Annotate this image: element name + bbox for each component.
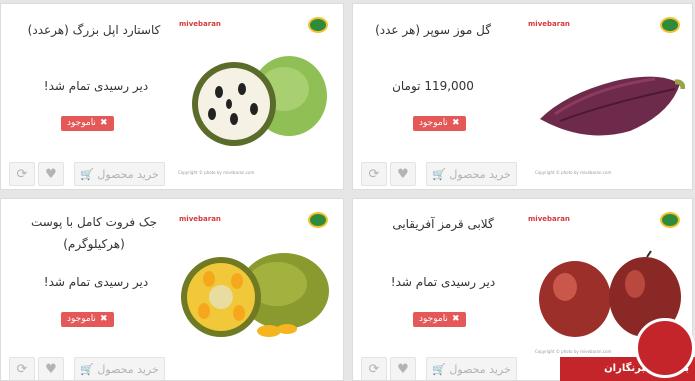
- close-icon: ✖: [99, 118, 108, 128]
- heart-icon: ♥: [45, 167, 57, 182]
- cart-icon: 🛒: [432, 168, 446, 181]
- cart-icon: 🛒: [80, 363, 94, 376]
- sold-out-message: دیر رسیدی تمام شد!: [390, 275, 496, 289]
- buy-label: خرید محصول: [449, 168, 511, 181]
- wishlist-button[interactable]: ♥: [390, 357, 416, 380]
- heart-icon: ♥: [397, 167, 409, 182]
- compare-button[interactable]: ⟳: [361, 162, 387, 186]
- refresh-icon: ⟳: [16, 167, 28, 182]
- heart-icon: ♥: [45, 362, 57, 377]
- brand-logo: mivebaran: [179, 20, 221, 28]
- compare-button[interactable]: ⟳: [9, 162, 35, 186]
- out-of-stock-badge: ✖ناموجود: [413, 312, 466, 327]
- refresh-icon: ⟳: [368, 362, 380, 377]
- cart-icon: 🛒: [80, 168, 94, 181]
- sold-out-message: دیر رسیدی تمام شد!: [43, 79, 149, 93]
- brand-logo: mivebaran: [528, 20, 570, 28]
- product-card-banana-flower[interactable]: mivebaran گل موز سوپر (هر عدد) 119,000 ت…: [352, 3, 693, 190]
- product-title[interactable]: گلابی قرمز آفریقایی: [373, 213, 513, 235]
- buy-button[interactable]: خرید محصول 🛒: [74, 357, 165, 380]
- badge-label: ناموجود: [67, 118, 96, 128]
- photo-copyright: Copyright © photo by mivebaran.com: [178, 170, 255, 175]
- sold-out-message: دیر رسیدی تمام شد!: [43, 275, 149, 289]
- product-image-jackfruit: [181, 253, 329, 337]
- wishlist-button[interactable]: ♥: [38, 357, 64, 380]
- compare-button[interactable]: ⟳: [361, 357, 387, 380]
- buy-label: خرید محصول: [97, 363, 159, 376]
- product-price: 119,000 تومان: [392, 79, 474, 93]
- product-image-banana-flower: [540, 76, 685, 136]
- product-title[interactable]: جک فروت کامل با پوست (هرکیلوگرم): [19, 211, 169, 255]
- refresh-icon: ⟳: [16, 362, 28, 377]
- product-card-custard-apple[interactable]: mivebaran کاستارد اپل بزرگ (هرعدد) دیر ر…: [0, 3, 344, 190]
- buy-button[interactable]: خرید محصول 🛒: [426, 162, 517, 186]
- close-icon: ✖: [451, 314, 460, 324]
- compare-button[interactable]: ⟳: [9, 357, 35, 380]
- cart-icon: 🛒: [432, 363, 446, 376]
- wishlist-button[interactable]: ♥: [390, 162, 416, 186]
- badge-label: ناموجود: [419, 314, 448, 324]
- out-of-stock-badge: ✖ناموجود: [61, 312, 114, 327]
- brand-seal-icon: [660, 17, 680, 33]
- brand-seal-icon: [308, 17, 328, 33]
- close-icon: ✖: [99, 314, 108, 324]
- product-title[interactable]: گل موز سوپر (هر عدد): [373, 19, 493, 41]
- close-icon: ✖: [451, 118, 460, 128]
- buy-button[interactable]: خرید محصول 🛒: [426, 357, 517, 380]
- out-of-stock-badge: ✖ناموجود: [413, 116, 466, 131]
- brand-seal-icon: [308, 212, 328, 228]
- badge-label: ناموجود: [67, 314, 96, 324]
- buy-button[interactable]: خرید محصول 🛒: [74, 162, 165, 186]
- heart-icon: ♥: [397, 362, 409, 377]
- photo-copyright: Copyright © photo by mivebaran.com: [535, 170, 612, 175]
- photo-copyright: Copyright © photo by mivebaran.com: [535, 349, 612, 354]
- product-image-custard-apple: [192, 56, 327, 146]
- product-card-jackfruit[interactable]: mivebaran جک فروت کامل با پوست (هرکیلوگر…: [0, 198, 344, 381]
- buy-label: خرید محصول: [449, 363, 511, 376]
- watermark-logo-icon: [635, 318, 695, 378]
- brand-logo: mivebaran: [528, 215, 570, 223]
- product-title[interactable]: کاستارد اپل بزرگ (هرعدد): [19, 19, 169, 41]
- buy-label: خرید محصول: [97, 168, 159, 181]
- brand-seal-icon: [660, 212, 680, 228]
- badge-label: ناموجود: [419, 118, 448, 128]
- out-of-stock-badge: ✖ناموجود: [61, 116, 114, 131]
- wishlist-button[interactable]: ♥: [38, 162, 64, 186]
- brand-logo: mivebaran: [179, 215, 221, 223]
- refresh-icon: ⟳: [368, 167, 380, 182]
